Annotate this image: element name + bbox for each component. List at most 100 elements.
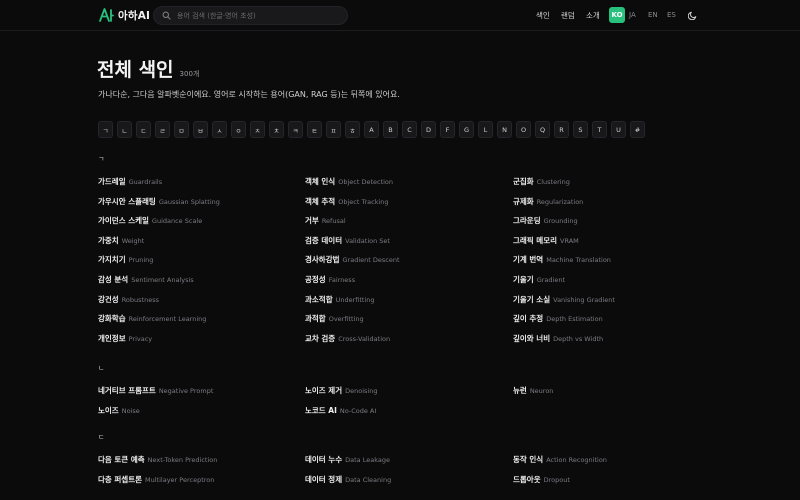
jump-button[interactable]: ㄷ — [136, 121, 151, 138]
term-link[interactable]: 데이터 정제 Data Cleaning — [305, 474, 391, 485]
term-link[interactable]: 기울기 소실 Vanishing Gradient — [513, 294, 615, 305]
term-link[interactable]: 뉴런 Neuron — [513, 385, 553, 396]
term-link[interactable]: 노코드 AI No-Code AI — [305, 405, 376, 416]
section-heading: ㄷ — [98, 433, 105, 441]
search-box[interactable] — [153, 6, 348, 25]
jump-button[interactable]: S — [573, 121, 588, 138]
nav-about[interactable]: 소개 — [586, 10, 600, 21]
term-link[interactable]: 가이던스 스케일 Guidance Scale — [98, 215, 202, 226]
term-english: VRAM — [560, 236, 579, 245]
term-korean: 개인정보 — [98, 333, 126, 343]
term-korean: 강화학습 — [98, 314, 126, 324]
term-link[interactable]: 드롭아웃 Dropout — [513, 474, 570, 485]
term-link[interactable]: 경사하강법 Gradient Descent — [305, 254, 400, 265]
term-english: Sentiment Analysis — [131, 276, 194, 284]
jump-button[interactable]: ㅎ — [345, 121, 360, 138]
jump-button[interactable]: U — [611, 121, 626, 138]
term-link[interactable]: 다층 퍼셉트론 Multilayer Perceptron — [98, 474, 214, 485]
term-korean: 드롭아웃 — [513, 474, 541, 484]
term-english: Regularization — [536, 197, 584, 206]
term-korean: 규제화 — [513, 196, 534, 206]
jump-button[interactable]: ㅂ — [193, 121, 208, 138]
term-link[interactable]: 데이터 누수 Data Leakage — [305, 454, 390, 465]
jump-button[interactable]: ㄱ — [98, 121, 113, 138]
jump-button[interactable]: ㅈ — [250, 121, 265, 138]
term-link[interactable]: 그래픽 메모리 VRAM — [513, 235, 579, 246]
term-link[interactable]: 다음 토큰 예측 Next-Token Prediction — [98, 454, 217, 465]
jump-button[interactable]: ㅁ — [174, 121, 189, 138]
jump-button[interactable]: ㅋ — [288, 121, 303, 138]
term-link[interactable]: 공정성 Fairness — [305, 274, 355, 285]
index-jump-bar: ㄱㄴㄷㄹㅁㅂㅅㅇㅈㅊㅋㅌㅍㅎ A B C D F G L N O Q R S T U # — [98, 121, 645, 138]
term-link[interactable]: 규제화 Regularization — [513, 196, 583, 207]
jump-button[interactable]: # — [630, 121, 645, 138]
term-korean: 객체 추적 — [305, 196, 336, 206]
jump-button[interactable]: F — [440, 121, 455, 138]
jump-button[interactable]: C — [402, 121, 417, 138]
term-link[interactable]: 노이즈 Noise — [98, 405, 140, 416]
term-link[interactable]: 강화학습 Reinforcement Learning — [98, 313, 206, 324]
term-english: Depth vs Width — [553, 334, 604, 343]
page-title: 전체 색인 — [97, 59, 174, 81]
term-link[interactable]: 기계 번역 Machine Translation — [513, 254, 611, 265]
title-row: 전체 색인 300개 — [97, 55, 199, 82]
term-link[interactable]: 군집화 Clustering — [513, 176, 570, 187]
term-link[interactable]: 거부 Refusal — [305, 215, 346, 226]
jump-button[interactable]: ㅍ — [326, 121, 341, 138]
jump-button[interactable]: L — [478, 121, 493, 138]
term-link[interactable]: 가우시안 스플래팅 Gaussian Splatting — [98, 196, 220, 207]
term-link[interactable]: 깊이와 너비 Depth vs Width — [513, 333, 603, 344]
nav-random[interactable]: 랜덤 — [561, 10, 575, 21]
lang-es-button[interactable]: ES — [667, 7, 676, 23]
term-link[interactable]: 그라운딩 Grounding — [513, 215, 578, 226]
term-link[interactable]: 가지치기 Pruning — [98, 254, 153, 265]
search-input[interactable] — [177, 11, 337, 20]
jump-button[interactable]: ㅇ — [231, 121, 246, 138]
jump-button[interactable]: A — [364, 121, 379, 138]
term-english: Data Leakage — [345, 456, 390, 464]
moon-icon[interactable] — [688, 10, 698, 20]
term-link[interactable]: 가중치 Weight — [98, 235, 144, 246]
jump-button[interactable]: ㅌ — [307, 121, 322, 138]
term-link[interactable]: 감성 분석 Sentiment Analysis — [98, 274, 194, 285]
jump-button[interactable]: Q — [535, 121, 550, 138]
jump-button[interactable]: R — [554, 121, 569, 138]
jump-button[interactable]: ㅅ — [212, 121, 227, 138]
jump-button[interactable]: D — [421, 121, 436, 138]
term-link[interactable]: 노이즈 제거 Denoising — [305, 385, 377, 396]
term-korean: 깊이와 너비 — [513, 333, 551, 343]
term-link[interactable]: 개인정보 Privacy — [98, 333, 152, 344]
term-english: Dropout — [543, 475, 570, 484]
term-link[interactable]: 동작 인식 Action Recognition — [513, 454, 607, 465]
term-link[interactable]: 기울기 Gradient — [513, 274, 565, 285]
jump-button[interactable]: ㄹ — [155, 121, 170, 138]
term-link[interactable]: 과적합 Overfitting — [305, 313, 364, 324]
term-link[interactable]: 검증 데이터 Validation Set — [305, 235, 390, 246]
jump-button[interactable]: ㄴ — [117, 121, 132, 138]
term-english: Multilayer Perceptron — [145, 475, 215, 484]
lang-ja-button[interactable]: JA — [629, 7, 636, 23]
term-korean: 데이터 정제 — [305, 474, 343, 484]
term-english: Privacy — [128, 334, 153, 343]
lang-ko-button[interactable]: KO — [609, 7, 625, 23]
jump-button[interactable]: G — [459, 121, 474, 138]
term-link[interactable]: 과소적합 Underfitting — [305, 294, 375, 305]
term-link[interactable]: 강건성 Robustness — [98, 294, 159, 305]
nav-index[interactable]: 색인 — [536, 10, 550, 21]
term-link[interactable]: 깊이 추정 Depth Estimation — [513, 313, 603, 324]
term-korean: 노이즈 — [98, 405, 119, 415]
jump-button[interactable]: N — [497, 121, 512, 138]
term-link[interactable]: 객체 추적 Object Tracking — [305, 196, 389, 207]
term-link[interactable]: 객체 인식 Object Detection — [305, 176, 393, 187]
lang-en-button[interactable]: EN — [648, 7, 658, 23]
term-link[interactable]: 가드레일 Guardrails — [98, 176, 162, 187]
jump-button[interactable]: ㅊ — [269, 121, 284, 138]
logo[interactable]: 아하AI — [98, 7, 150, 23]
jump-button[interactable]: T — [592, 121, 607, 138]
term-english: Clustering — [536, 178, 570, 186]
section-heading: ㄱ — [98, 155, 105, 163]
jump-button[interactable]: B — [383, 121, 398, 138]
term-link[interactable]: 교차 검증 Cross-Validation — [305, 333, 390, 344]
term-link[interactable]: 네거티브 프롬프트 Negative Prompt — [98, 385, 213, 396]
jump-button[interactable]: O — [516, 121, 531, 138]
